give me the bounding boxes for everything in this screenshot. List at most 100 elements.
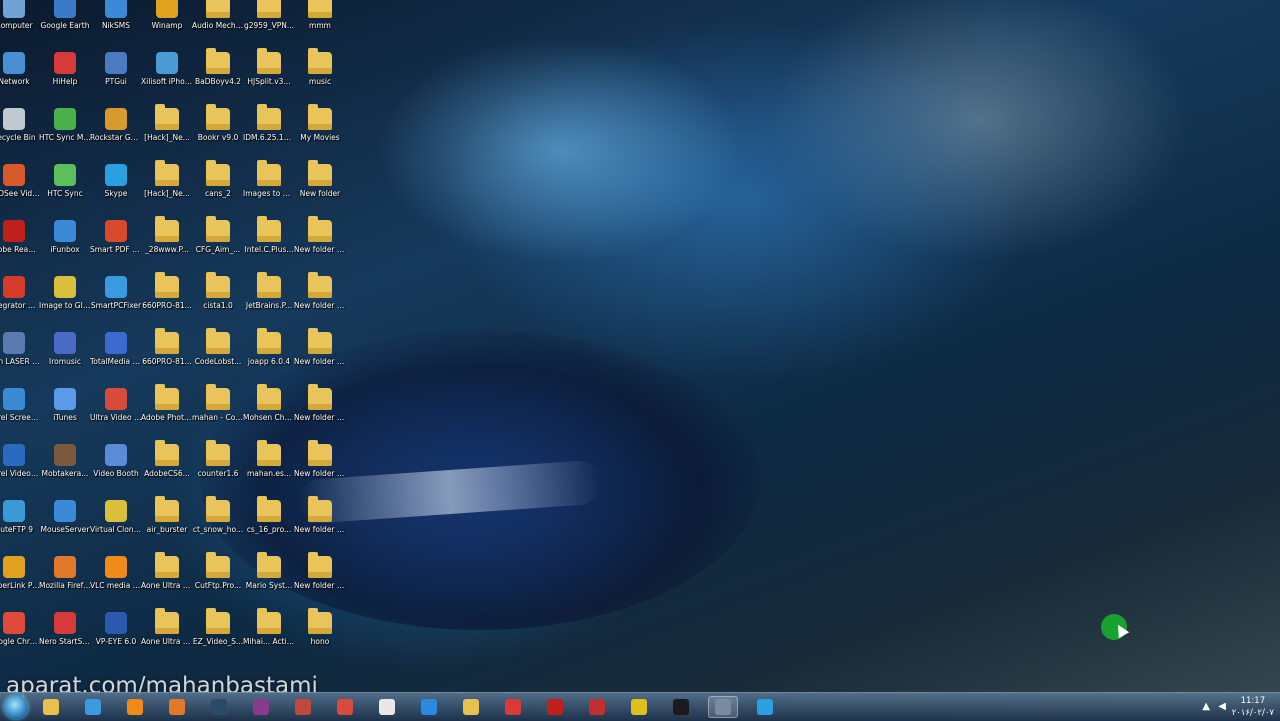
desktop-icon[interactable]: Skype	[90, 164, 142, 222]
desktop-icon[interactable]: CutFtp.Pro...	[192, 552, 244, 614]
desktop-icon[interactable]: Iromusic	[39, 332, 91, 390]
desktop-icon[interactable]: iTunes	[39, 388, 91, 446]
desktop-icon[interactable]: Virtual CloneDrive	[90, 500, 142, 558]
desktop-icon[interactable]: cans_2	[192, 160, 244, 222]
desktop-icon[interactable]: g2959_VPN...	[243, 0, 295, 54]
desktop-icon[interactable]: Mario Syst...	[243, 552, 295, 614]
desktop-icon[interactable]: BaDBoyv4.2	[192, 48, 244, 110]
desktop-icon[interactable]: mahan - Copy	[192, 384, 244, 446]
desktop-icon[interactable]: Xilisoft iPhone...	[141, 52, 193, 110]
desktop-icon[interactable]: New folder	[294, 160, 346, 222]
desktop-icon[interactable]: Aone Ultra Video Join...	[141, 608, 193, 670]
desktop-icon[interactable]: [Hack]_Ne...	[141, 160, 193, 222]
desktop-icon[interactable]: ACDSee Video C...	[0, 164, 40, 222]
desktop-icon[interactable]: Winamp	[141, 0, 193, 54]
taskbar-button-firefox[interactable]	[162, 696, 192, 718]
desktop-icon[interactable]: New folder (14)	[294, 384, 346, 446]
volume-icon[interactable]: ◀	[1218, 701, 1226, 712]
desktop-icon[interactable]: HTC Sync	[39, 164, 91, 222]
desktop-icon[interactable]: Bookr v9.0	[192, 104, 244, 166]
desktop-icon[interactable]: TotalMedia 3.5	[90, 332, 142, 390]
desktop-icon[interactable]: New folder (18)	[294, 496, 346, 558]
desktop-icon[interactable]: 660PRO-81...	[141, 272, 193, 334]
desktop-icon[interactable]: NikSMS	[90, 0, 142, 54]
taskbar-button-doc[interactable]	[372, 696, 402, 718]
desktop-icon[interactable]: cs_16_pro...	[243, 496, 295, 558]
taskbar-button-tool[interactable]	[330, 696, 360, 718]
desktop-icon[interactable]: joapp 6.0.4	[243, 328, 295, 390]
taskbar-button-flash[interactable]	[582, 696, 612, 718]
desktop-icon[interactable]: Google Earth	[39, 0, 91, 54]
desktop-icon[interactable]: HTC Sync Manager	[39, 108, 91, 166]
desktop-icon[interactable]: Mobtakera...	[39, 444, 91, 502]
taskbar-button-video[interactable]	[288, 696, 318, 718]
desktop-icon[interactable]: Mihai... Action 1.31	[243, 608, 295, 670]
desktop[interactable]: Computer Network Recycle Bin ACDSee Video C…	[0, 0, 1280, 692]
desktop-icon[interactable]: Mohsen Chavoshi -...	[243, 384, 295, 446]
taskbar-button-media-center[interactable]	[78, 696, 108, 718]
desktop-icon[interactable]: VLC media player	[90, 556, 142, 614]
desktop-icon[interactable]: JetBrains.P...	[243, 272, 295, 334]
desktop-icon[interactable]: Corel VideoStud...	[0, 444, 40, 502]
desktop-icon[interactable]: New folder (12)	[294, 272, 346, 334]
desktop-icon[interactable]: Smart PDF Convert...	[90, 220, 142, 278]
taskbar-button-ie[interactable]	[414, 696, 444, 718]
taskbar-button-network-tool[interactable]	[708, 696, 738, 718]
show-hidden-icons-icon[interactable]: ▲	[1202, 701, 1210, 712]
desktop-icon[interactable]: Ultra Video Joiner	[90, 388, 142, 446]
desktop-icon[interactable]: New folder (13)	[294, 328, 346, 390]
desktop-icon[interactable]: hono	[294, 608, 346, 670]
desktop-icon[interactable]: HiHelp	[39, 52, 91, 110]
desktop-icon[interactable]: PTGui	[90, 52, 142, 110]
taskbar-button-skype[interactable]	[750, 696, 780, 718]
desktop-icon[interactable]: VP-EYE 6.0	[90, 612, 142, 670]
desktop-icon[interactable]: CFG_Aim_...	[192, 216, 244, 278]
taskbar-button-opera[interactable]	[498, 696, 528, 718]
desktop-icon[interactable]: cista1.0	[192, 272, 244, 334]
desktop-icon[interactable]: HJSplit.v3...	[243, 48, 295, 110]
desktop-icon[interactable]: mahan.es...	[243, 440, 295, 502]
desktop-icon[interactable]: CodeLobst...	[192, 328, 244, 390]
desktop-icon[interactable]: New folder (19)	[294, 552, 346, 614]
desktop-icon[interactable]: Adobe Reader 9	[0, 220, 40, 278]
desktop-icon[interactable]: Rockstar Games Soci...	[90, 108, 142, 166]
desktop-icon[interactable]: IDM.6.25.19...	[243, 104, 295, 166]
desktop-icon[interactable]: Computer	[0, 0, 40, 54]
desktop-icon[interactable]: _28www.P...	[141, 216, 193, 278]
desktop-icon[interactable]: Intel.C.Plus...	[243, 216, 295, 278]
desktop-icon[interactable]: AdobeCS6...	[141, 440, 193, 502]
desktop-icon[interactable]: Nero StartSm...	[39, 612, 91, 670]
desktop-icon[interactable]: air_burster	[141, 496, 193, 558]
desktop-icon[interactable]: New folder (11)	[294, 216, 346, 278]
desktop-icon[interactable]: Adobe Photoshop ...	[141, 384, 193, 446]
desktop-icon[interactable]: Don LASER JET LBP-...	[0, 332, 40, 390]
desktop-icon[interactable]: Audio Mechani...	[192, 0, 244, 54]
desktop-icon[interactable]: counter1.6	[192, 440, 244, 502]
desktop-icon[interactable]: iFunbox	[39, 220, 91, 278]
taskbar-button-explorer[interactable]	[36, 696, 66, 718]
desktop-icon[interactable]: CuteFTP 9	[0, 500, 40, 558]
desktop-icon[interactable]: Network	[0, 52, 40, 110]
desktop-icon[interactable]: My Movies	[294, 104, 346, 166]
desktop-icon[interactable]: Corel ScreenC...	[0, 388, 40, 446]
taskbar-button-media-player[interactable]	[120, 696, 150, 718]
clock[interactable]: 11:17 ۲۰۱۶/۰۲/۰۷	[1232, 695, 1274, 719]
desktop-icon[interactable]: EZ_Video_S...	[192, 608, 244, 670]
desktop-icon[interactable]: New folder (17)	[294, 440, 346, 502]
desktop-icon[interactable]: Video Booth	[90, 444, 142, 502]
desktop-icon[interactable]: SmartPCFixer	[90, 276, 142, 334]
desktop-icon[interactable]: Aone Ultra Video Join...	[141, 552, 193, 614]
desktop-icon[interactable]: Integrator Students	[0, 276, 40, 334]
taskbar-button-cad[interactable]	[624, 696, 654, 718]
desktop-icon[interactable]: ct_snow_ho...	[192, 496, 244, 558]
taskbar-button-r-app[interactable]	[666, 696, 696, 718]
desktop-icon[interactable]: 660PRO-81...	[141, 328, 193, 390]
desktop-icon[interactable]: Google Chrome	[0, 612, 40, 670]
desktop-icon[interactable]: MouseServer	[39, 500, 91, 558]
desktop-icon[interactable]: Recycle Bin	[0, 108, 40, 166]
desktop-icon[interactable]: CyberLink PowerDVD 9	[0, 556, 40, 614]
taskbar-button-adobe-reader[interactable]	[540, 696, 570, 718]
start-button[interactable]	[0, 693, 34, 721]
desktop-icon[interactable]: music	[294, 48, 346, 110]
taskbar-button-folder[interactable]	[456, 696, 486, 718]
